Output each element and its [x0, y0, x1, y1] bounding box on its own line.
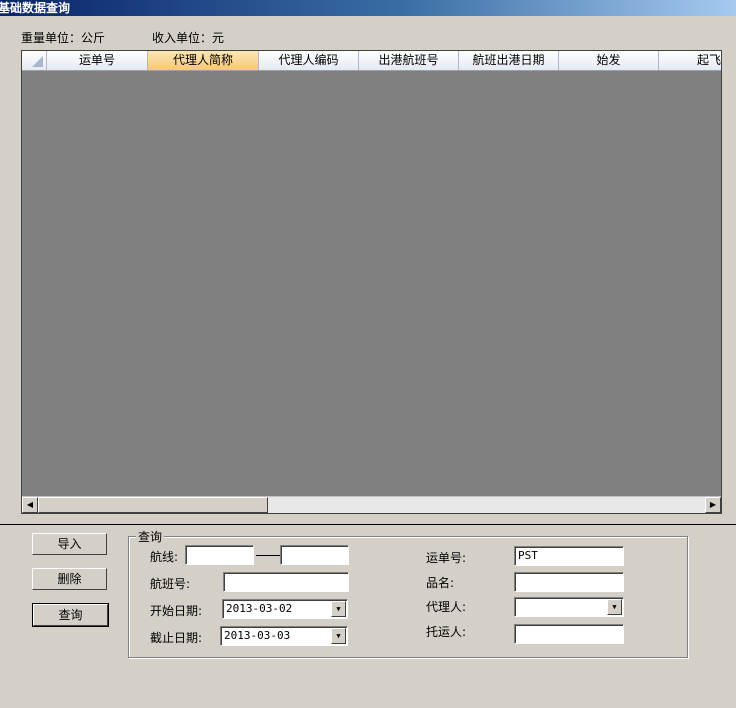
corner-triangle-icon	[32, 56, 43, 67]
horizontal-scrollbar[interactable]: ◀ ▶	[22, 496, 721, 513]
product-input[interactable]	[514, 572, 624, 592]
column-header-flight-date[interactable]: 航班出港日期	[459, 51, 559, 70]
shipper-label: 托运人:	[426, 625, 467, 639]
end-date-value: 2013-03-03	[224, 629, 291, 642]
scroll-thumb[interactable]	[38, 497, 268, 513]
route-to-input[interactable]	[280, 545, 349, 565]
grid-header: 运单号 代理人简称 代理人编码 出港航班号 航班出港日期 始发 起飞	[22, 51, 721, 71]
start-date-dropdown-button[interactable]: ▼	[331, 601, 346, 617]
route-label: 航线:	[150, 550, 179, 564]
weight-unit-label: 重量单位：公斤	[21, 31, 106, 45]
column-header-agent-code[interactable]: 代理人编码	[259, 51, 359, 70]
agent-label: 代理人:	[426, 600, 467, 614]
column-header-agent-short[interactable]: 代理人简称	[148, 51, 259, 70]
arrow-right-icon: ▶	[709, 500, 717, 509]
agent-select[interactable]: ▼	[514, 597, 624, 617]
window-title: 基础数据查询	[0, 1, 71, 15]
start-date-picker[interactable]: 2013-03-02 ▼	[222, 599, 348, 619]
shipper-input[interactable]	[514, 624, 624, 644]
route-dash	[256, 555, 280, 556]
flight-no-label: 航班号:	[150, 577, 191, 591]
start-date-label: 开始日期:	[150, 604, 203, 618]
title-bar: 基础数据查询	[0, 0, 736, 16]
route-from-input[interactable]	[185, 545, 254, 565]
query-button[interactable]: 查询	[32, 603, 109, 627]
scroll-right-button[interactable]: ▶	[705, 497, 721, 513]
import-button[interactable]: 导入	[32, 533, 107, 555]
column-header-flight-no[interactable]: 出港航班号	[359, 51, 459, 70]
arrow-left-icon: ◀	[26, 500, 34, 509]
section-divider	[0, 524, 736, 525]
scroll-left-button[interactable]: ◀	[22, 497, 38, 513]
end-date-dropdown-button[interactable]: ▼	[331, 628, 346, 644]
column-header-origin[interactable]: 始发	[559, 51, 659, 70]
data-grid[interactable]: 运单号 代理人简称 代理人编码 出港航班号 航班出港日期 始发 起飞 ◀ ▶	[21, 50, 722, 514]
chevron-down-icon: ▼	[336, 632, 341, 640]
income-unit-label: 收入单位：元	[152, 31, 225, 45]
product-label: 品名:	[426, 576, 455, 590]
query-legend: 查询	[136, 528, 165, 545]
agent-dropdown-button[interactable]: ▼	[607, 599, 622, 615]
column-header-takeoff[interactable]: 起飞	[659, 51, 721, 70]
waybill-label: 运单号:	[426, 551, 467, 565]
select-all-corner[interactable]	[22, 51, 47, 70]
flight-no-input[interactable]	[223, 572, 349, 592]
chevron-down-icon: ▼	[336, 605, 341, 613]
delete-button[interactable]: 删除	[32, 568, 107, 590]
end-date-label: 截止日期:	[150, 631, 203, 645]
chevron-down-icon: ▼	[612, 603, 617, 611]
start-date-value: 2013-03-02	[226, 602, 293, 615]
waybill-input[interactable]: PST	[514, 546, 624, 566]
column-header-waybill[interactable]: 运单号	[47, 51, 148, 70]
end-date-picker[interactable]: 2013-03-03 ▼	[220, 626, 348, 646]
